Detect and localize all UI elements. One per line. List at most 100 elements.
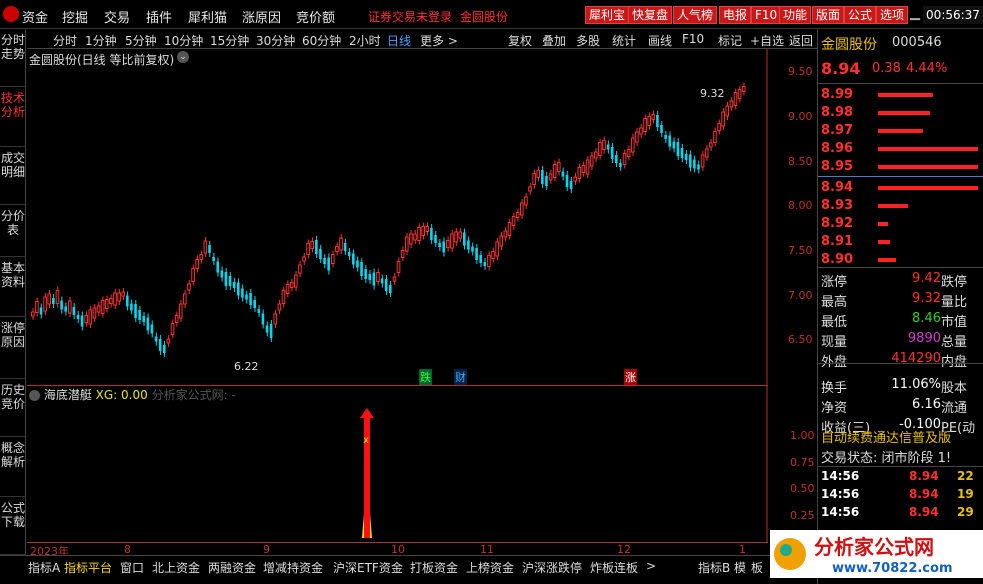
tab-2hour[interactable]: 2小时 [349, 32, 381, 49]
left-tab-intraday[interactable]: 分时走势 [0, 29, 26, 87]
left-tab-price-table[interactable]: 分价表 [0, 205, 26, 257]
quote-panel: 金圆股份 000546 8.94 0.38 4.44% 8.99 8.98 8.97… [817, 29, 983, 584]
tab-5min[interactable]: 5分钟 [125, 32, 157, 49]
tick-time: 14:56 [821, 487, 860, 501]
tab-scroll-right[interactable]: > [646, 559, 656, 573]
ask-row[interactable]: 8.95 [821, 158, 981, 176]
menu-item-plugins[interactable]: 插件 [146, 7, 172, 26]
order-price: 8.96 [821, 141, 854, 156]
tab-60min[interactable]: 60分钟 [302, 32, 341, 49]
minimize-icon[interactable]: ▁ [910, 6, 920, 21]
menu-item-limit-reasons[interactable]: 涨原因 [242, 7, 281, 26]
tab-margin[interactable]: 两融资金 [208, 559, 256, 576]
tab-limit-updown[interactable]: 沪深涨跌停 [522, 559, 582, 576]
tab-indicator-a[interactable]: 指标A [28, 559, 60, 576]
bid-row[interactable]: 8.91 [821, 233, 981, 251]
ask-row[interactable]: 8.99 [821, 86, 981, 104]
tab-daily[interactable]: 日线 [387, 32, 411, 49]
svg-text:x: x [363, 435, 369, 446]
candle-body [327, 257, 330, 271]
tab-more[interactable]: 更多 > [420, 32, 458, 49]
menu-item-mining[interactable]: 挖掘 [62, 7, 88, 26]
tab-back[interactable]: 返回 [789, 32, 813, 49]
candle-body [499, 235, 504, 247]
candle-body [60, 300, 63, 310]
menu-item-trade[interactable]: 交易 [104, 7, 130, 26]
left-tab-concepts[interactable]: 概念解析 [0, 437, 26, 497]
order-volume-bar [878, 258, 896, 262]
tab-board[interactable]: 板 [751, 559, 763, 576]
login-warning[interactable]: 证券交易未登录 [368, 8, 452, 25]
tab-15min[interactable]: 15分钟 [210, 32, 249, 49]
tab-etf-funds[interactable]: 沪深ETF资金 [333, 559, 403, 576]
tab-draw[interactable]: 画线 [648, 32, 672, 49]
left-tab-auction-history[interactable]: 历史竞价 [0, 379, 26, 437]
menu-item-xilimao[interactable]: 犀利猫 [188, 7, 227, 26]
notice-banner[interactable]: 自动续费通达信普及版 [821, 427, 981, 446]
ask-row[interactable]: 8.98 [821, 104, 981, 122]
tab-list-funds[interactable]: 上榜资金 [466, 559, 514, 576]
order-price: 8.98 [821, 105, 854, 120]
tab-overlay[interactable]: 叠加 [542, 32, 566, 49]
tab-model[interactable]: 模 [734, 559, 746, 576]
left-tab-limit-reason[interactable]: 涨停原因 [0, 317, 26, 379]
app-logo-icon[interactable] [3, 6, 19, 22]
tab-add-watchlist[interactable]: +自选 [750, 32, 784, 49]
candle-body [680, 148, 684, 158]
tab-1min[interactable]: 1分钟 [85, 32, 117, 49]
indicator-chart[interactable]: x [27, 386, 768, 542]
candle-body [483, 262, 487, 266]
bid-row[interactable]: 8.94 [821, 179, 981, 197]
tab-30min[interactable]: 30分钟 [256, 32, 295, 49]
tab-multi[interactable]: 多股 [576, 32, 600, 49]
tab-f10[interactable]: F10 [682, 32, 704, 46]
chevron-down-icon[interactable]: ⌄ [177, 51, 189, 63]
tab-broken-board[interactable]: 炸板连板 [590, 559, 638, 576]
toolbar-review-button[interactable]: 快复盘 [628, 6, 673, 24]
candle-body [606, 144, 610, 150]
menu-item-auction[interactable]: 竞价额 [296, 7, 335, 26]
ind-y-tick: 0.75 [790, 456, 815, 469]
bid-row[interactable]: 8.93 [821, 197, 981, 215]
left-tab-formula-download[interactable]: 公式下载 [0, 497, 26, 555]
left-tab-technical[interactable]: 技术分析 [0, 87, 26, 147]
left-tab-fundamentals[interactable]: 基本资料 [0, 257, 26, 317]
tab-intraday[interactable]: 分时 [53, 32, 77, 49]
ask-row[interactable]: 8.97 [821, 122, 981, 140]
toolbar-xilibao-button[interactable]: 犀利宝 [585, 6, 630, 24]
tab-holdings-change[interactable]: 增减持资金 [263, 559, 323, 576]
tab-indicator-b[interactable]: 指标B [698, 559, 730, 576]
tab-stats[interactable]: 统计 [612, 32, 636, 49]
candle-body [195, 259, 199, 269]
toolbar-news-button[interactable]: 电报 [719, 6, 752, 24]
tab-window[interactable]: 窗口 [120, 559, 144, 576]
candle-body [158, 339, 162, 351]
toolbar-layout-button[interactable]: 版面 [812, 6, 845, 24]
y-tick: 9.00 [788, 110, 813, 123]
toolbar-popular-button[interactable]: 人气榜 [673, 6, 718, 24]
candle-body [319, 249, 322, 259]
tab-indicator-platform[interactable]: 指标平台 [64, 559, 112, 576]
tick-price: 8.94 [909, 505, 939, 519]
candlestick-chart[interactable] [27, 49, 768, 386]
candle-body [700, 154, 705, 168]
toolbar-formula-button[interactable]: 公式 [844, 6, 877, 24]
toolbar-f10-button[interactable]: F10 [751, 6, 782, 24]
candle-body [737, 89, 742, 99]
tab-mark[interactable]: 标记 [718, 32, 742, 49]
event-marker-up[interactable]: 涨 [624, 369, 637, 385]
tab-board-funds[interactable]: 打板资金 [410, 559, 458, 576]
candle-body [585, 159, 590, 175]
event-marker-finance[interactable]: 财 [454, 369, 467, 385]
left-tab-trades[interactable]: 成交明细 [0, 147, 26, 205]
toolbar-options-button[interactable]: 选项 [876, 6, 909, 24]
bid-row[interactable]: 8.92 [821, 215, 981, 233]
tab-10min[interactable]: 10分钟 [164, 32, 203, 49]
event-marker-down[interactable]: 跌 [419, 369, 432, 385]
menu-item-funds[interactable]: 资金 [22, 7, 48, 26]
ind-y-tick: 0.25 [790, 509, 815, 522]
tab-adjust[interactable]: 复权 [508, 32, 532, 49]
toolbar-function-button[interactable]: 功能 [779, 6, 812, 24]
ask-row[interactable]: 8.96 [821, 140, 981, 158]
tab-northbound[interactable]: 北上资金 [152, 559, 200, 576]
